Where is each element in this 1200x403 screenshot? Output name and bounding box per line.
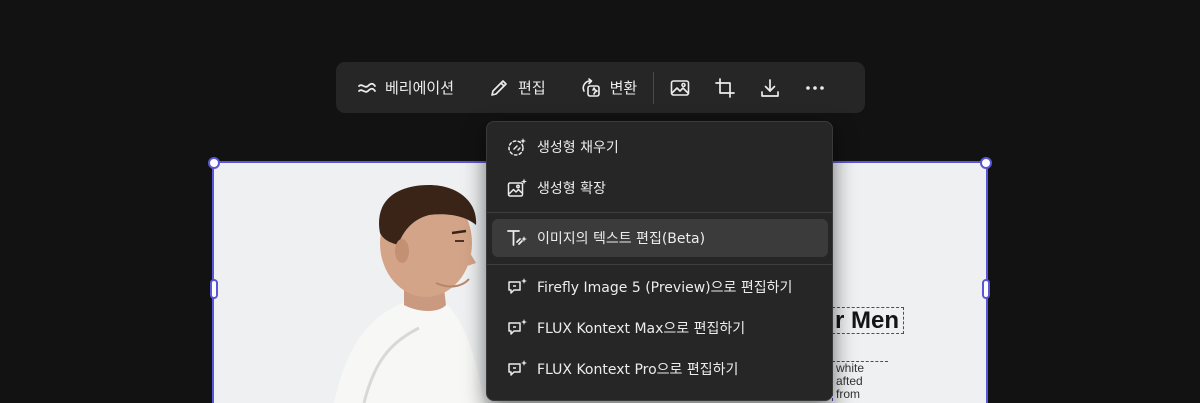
menu-item-firefly-image-5[interactable]: Firefly Image 5 (Preview)으로 편집하기 [492,268,828,306]
download-icon [759,77,781,99]
edit-dropdown-menu: 생성형 채우기 생성형 확장 이미지의 텍스트 편집(Beta) Firefly… [486,121,833,401]
menu-item-label: FLUX Kontext Pro으로 편집하기 [537,362,739,378]
chat-edit-icon [506,317,528,339]
detected-heading-text[interactable]: r Men [832,307,904,334]
menu-item-text-edit[interactable]: 이미지의 텍스트 편집(Beta) [492,219,828,257]
resize-handle-right[interactable] [982,279,990,299]
menu-item-generative-expand[interactable]: 생성형 확장 [492,169,828,207]
transform-icon [580,77,602,99]
resize-handle-top-right[interactable] [980,157,992,169]
crop-icon [714,77,736,99]
wave-icon [357,78,377,98]
menu-item-label: Firefly Image 5 (Preview)으로 편집하기 [537,280,793,296]
download-button[interactable] [752,70,788,106]
text-edit-icon [506,227,528,249]
generative-fill-icon [506,136,528,158]
body-text-line: afted from [836,374,863,401]
toolbar-divider [653,71,655,104]
menu-divider [487,212,832,213]
pencil-icon [488,77,510,99]
variation-button[interactable]: 베리에이션 [347,70,464,106]
chat-edit-icon [506,358,528,380]
detected-body-text[interactable]: white afted from [832,361,888,401]
variation-label: 베리에이션 [385,79,455,97]
resize-handle-top-left[interactable] [208,157,220,169]
more-button[interactable] [797,70,833,106]
transform-button[interactable]: 변환 [570,70,648,106]
image-toolbar: 베리에이션 편집 변환 [336,62,865,113]
more-icon [804,77,826,99]
edit-label: 편집 [518,79,546,97]
generative-expand-icon [506,177,528,199]
menu-item-label: 생성형 채우기 [537,140,619,156]
menu-item-flux-kontext-pro[interactable]: FLUX Kontext Pro으로 편집하기 [492,350,828,388]
menu-item-label: 생성형 확장 [537,181,606,197]
menu-item-generative-fill[interactable]: 생성형 채우기 [492,128,828,166]
menu-item-flux-kontext-max[interactable]: FLUX Kontext Max으로 편집하기 [492,309,828,347]
chat-edit-icon [506,276,528,298]
image-icon [669,77,691,99]
menu-divider [487,264,832,265]
edit-button[interactable]: 편집 [478,70,556,106]
menu-item-label: FLUX Kontext Max으로 편집하기 [537,321,746,337]
image-settings-button[interactable] [662,70,698,106]
menu-item-label: 이미지의 텍스트 편집(Beta) [537,231,706,247]
transform-label: 변환 [609,79,638,97]
crop-button[interactable] [707,70,743,106]
resize-handle-left[interactable] [210,279,218,299]
